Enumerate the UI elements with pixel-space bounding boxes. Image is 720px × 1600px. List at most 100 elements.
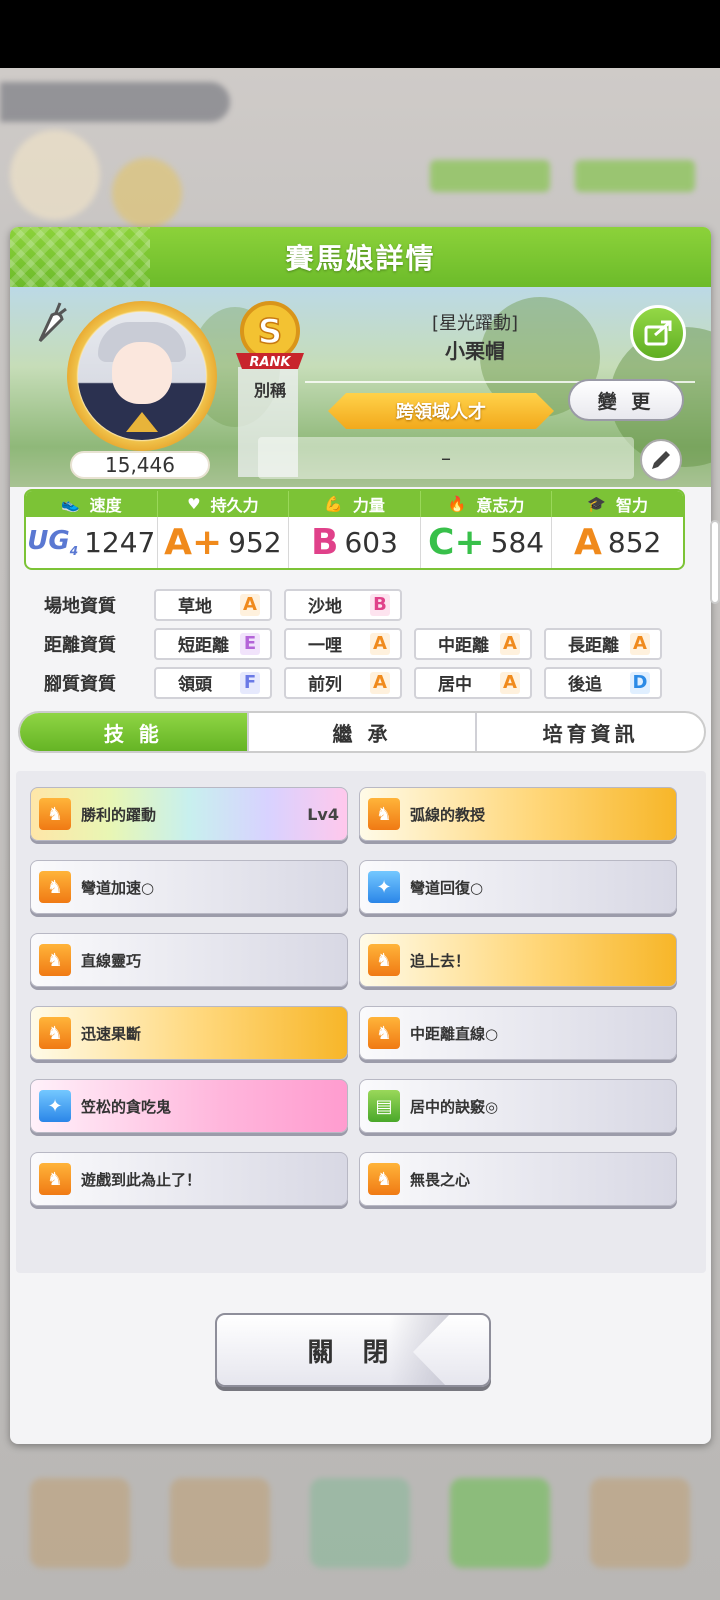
aptitude-item: 前列 A bbox=[284, 666, 402, 699]
background-avatar bbox=[10, 130, 100, 220]
aptitude-row-label: 場地資質 bbox=[44, 595, 116, 617]
stat-grade: UG4 bbox=[27, 526, 78, 558]
skill-name: 迅速果斷 bbox=[81, 1024, 142, 1043]
avatar-bow bbox=[126, 412, 158, 432]
background-button bbox=[575, 160, 695, 192]
character-costume-title: [星光躍動] bbox=[431, 313, 519, 334]
dialog-title: 賽馬娘詳情 bbox=[285, 242, 436, 275]
skill-card[interactable]: ♞ 彎道加速○ bbox=[30, 860, 348, 914]
skill-name: 勝利的躍動 bbox=[81, 805, 157, 824]
stat-header-label: 速度 bbox=[89, 496, 122, 515]
change-epithet-button[interactable]: 變 更 bbox=[568, 379, 684, 421]
aptitude-name: 草地 bbox=[178, 597, 212, 617]
edit-memo-button[interactable] bbox=[640, 439, 682, 481]
horse-skill-icon: ♞ bbox=[368, 944, 400, 976]
skill-card[interactable]: ♞ 遊戲到此為止了！ bbox=[30, 1152, 348, 1206]
horse-skill-icon: ♞ bbox=[368, 1163, 400, 1195]
stat-header-power: 💪 力量 bbox=[289, 491, 421, 517]
character-avatar bbox=[78, 312, 206, 440]
skill-name: 直線靈巧 bbox=[81, 951, 142, 970]
skill-name: 彎道回復○ bbox=[410, 878, 484, 897]
stat-grade: A+ bbox=[164, 521, 223, 563]
share-icon bbox=[644, 320, 672, 346]
aptitude-grade: A bbox=[370, 671, 390, 694]
stat-header-stamina: ♥ 持久力 bbox=[158, 491, 290, 517]
aptitude-grade: A bbox=[240, 593, 260, 616]
skill-card[interactable]: ✦ 彎道回復○ bbox=[359, 860, 677, 914]
stat-guts: C+ 584 bbox=[421, 517, 553, 568]
horse-skill-icon: ♞ bbox=[39, 871, 71, 903]
stat-header-guts: 🔥 意志力 bbox=[421, 491, 553, 517]
aptitude-grade: B bbox=[370, 593, 390, 616]
aptitude-name: 後追 bbox=[568, 675, 602, 695]
stat-grade: C+ bbox=[428, 521, 485, 563]
pencil-icon bbox=[652, 451, 670, 469]
aptitude-item: 一哩 A bbox=[284, 627, 402, 660]
aptitude-item: 短距離 E bbox=[154, 627, 272, 660]
share-button[interactable] bbox=[630, 305, 686, 361]
skill-card[interactable]: ♞ 中距離直線○ bbox=[359, 1006, 677, 1060]
aptitude-name: 沙地 bbox=[308, 597, 342, 617]
character-avatar-frame[interactable] bbox=[67, 301, 217, 451]
stat-value: 952 bbox=[228, 526, 282, 559]
horse-skill-icon: ♞ bbox=[39, 944, 71, 976]
aptitude-grade: E bbox=[240, 632, 260, 655]
skill-card[interactable]: ♞ 勝利的躍動 Lv4 bbox=[30, 787, 348, 841]
aptitude-name: 長距離 bbox=[568, 636, 619, 656]
horse-skill-icon: ♞ bbox=[39, 1163, 71, 1195]
stats-panel: 👟 速度 ♥ 持久力 💪 力量 🔥 意志力 🎓 智力 UG4 1247 A+ 952 B … bbox=[24, 489, 685, 570]
epithet-ribbon: 跨領域人才 bbox=[328, 393, 554, 429]
aptitude-grade: A bbox=[500, 632, 520, 655]
skill-card[interactable]: ✦ 笠松的貪吃鬼 bbox=[30, 1079, 348, 1133]
stats-header: 👟 速度 ♥ 持久力 💪 力量 🔥 意志力 🎓 智力 bbox=[26, 491, 683, 517]
aptitude-row-label: 距離資質 bbox=[44, 634, 116, 656]
tab-training-info[interactable]: 培育資訊 bbox=[477, 713, 704, 751]
skill-card[interactable]: ♞ 直線靈巧 bbox=[30, 933, 348, 987]
skill-card[interactable]: ♞ 追上去！ bbox=[359, 933, 677, 987]
stat-value: 584 bbox=[490, 526, 545, 559]
horse-skill-icon: ♞ bbox=[39, 798, 71, 830]
stat-header-wisdom: 🎓 智力 bbox=[552, 491, 683, 517]
umamusume-detail-dialog: 賽馬娘詳情 15,446 S RANK 別稱 [星光躍動] 小栗帽 跨領域人才 … bbox=[10, 227, 711, 1444]
aptitude-item: 後追 D bbox=[544, 666, 662, 699]
aptitude-item: 沙地 B bbox=[284, 588, 402, 621]
stat-grade: A bbox=[574, 521, 602, 563]
stat-grade-sub: 4 bbox=[69, 544, 79, 559]
stat-value: 603 bbox=[344, 526, 398, 559]
dialog-header: 賽馬娘詳情 bbox=[10, 227, 711, 287]
aptitude-row-strategy: 腳質資質 領頭 F 前列 A 居中 A 後追 D bbox=[44, 663, 694, 702]
aptitude-row-distance: 距離資質 短距離 E 一哩 A 中距離 A 長距離 A bbox=[44, 624, 694, 663]
skill-card[interactable]: ♞ 迅速果斷 bbox=[30, 1006, 348, 1060]
character-name: 小栗帽 bbox=[445, 339, 505, 363]
skill-name: 追上去！ bbox=[410, 951, 471, 970]
rank-badge-letter: S bbox=[258, 312, 283, 352]
stat-speed: UG4 1247 bbox=[26, 517, 158, 568]
shoe-icon: 👟 bbox=[60, 495, 80, 513]
flame-icon: 🔥 bbox=[447, 495, 467, 513]
horse-skill-icon: ♞ bbox=[39, 1017, 71, 1049]
aptitude-row-track: 場地資質 草地 A 沙地 B bbox=[44, 585, 694, 624]
aptitude-grade: A bbox=[500, 671, 520, 694]
book-skill-icon: ▤ bbox=[368, 1090, 400, 1122]
skill-card[interactable]: ♞ 弧線的教授 bbox=[359, 787, 677, 841]
skill-name: 無畏之心 bbox=[410, 1170, 471, 1189]
aptitude-item: 中距離 A bbox=[414, 627, 532, 660]
stat-power: B 603 bbox=[289, 517, 421, 568]
aptitude-name: 領頭 bbox=[178, 675, 212, 695]
stat-header-label: 意志力 bbox=[476, 496, 525, 515]
tab-inheritance[interactable]: 繼 承 bbox=[249, 713, 478, 751]
aptitude-table: 場地資質 草地 A 沙地 B 距離資質 短距離 E 一哩 A 中距離 A 長距離 A 腳質資… bbox=[44, 585, 694, 702]
skill-name: 弧線的教授 bbox=[410, 805, 486, 824]
carrot-icon[interactable] bbox=[30, 301, 68, 347]
close-button[interactable]: 關 閉 bbox=[215, 1313, 491, 1387]
stat-header-speed: 👟 速度 bbox=[26, 491, 158, 517]
skill-name: 遊戲到此為止了！ bbox=[81, 1170, 202, 1189]
stat-value: 852 bbox=[607, 526, 662, 559]
skill-card[interactable]: ♞ 無畏之心 bbox=[359, 1152, 677, 1206]
side-scroll-handle[interactable] bbox=[710, 520, 720, 604]
aptitude-name: 前列 bbox=[308, 675, 342, 695]
skill-card[interactable]: ▤ 居中的訣竅◎ bbox=[359, 1079, 677, 1133]
s-rank-badge-icon: S RANK bbox=[236, 301, 304, 370]
tab-skills[interactable]: 技 能 bbox=[20, 713, 249, 751]
aptitude-name: 中距離 bbox=[438, 636, 489, 656]
